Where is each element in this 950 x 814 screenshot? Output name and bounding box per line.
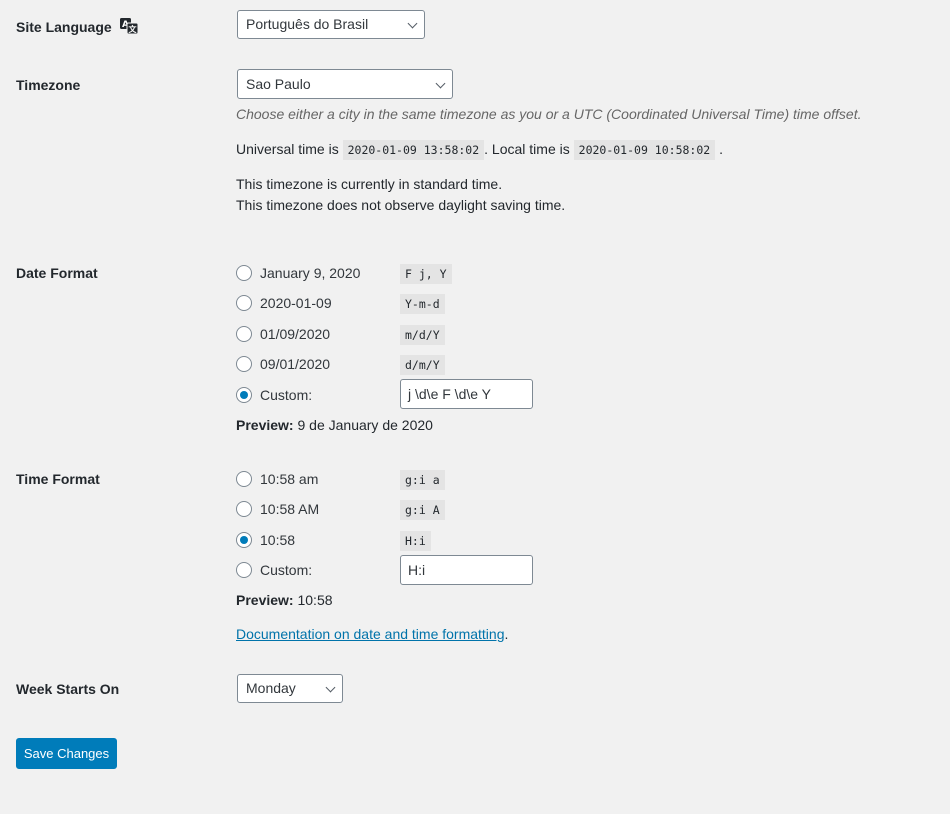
date-format-code: d/m/Y	[400, 355, 445, 375]
date-format-radio-3[interactable]	[236, 326, 252, 342]
time-format-code: g:i A	[400, 500, 445, 520]
timezone-select[interactable]: Sao Paulo	[237, 69, 453, 99]
date-format-radio-2[interactable]	[236, 295, 252, 311]
svg-text:文: 文	[128, 24, 137, 34]
preview-label: Preview:	[236, 417, 294, 433]
preview-label: Preview:	[236, 592, 294, 608]
site-language-select[interactable]: Português do Brasil	[237, 10, 425, 39]
week-starts-select[interactable]: Monday	[237, 674, 343, 703]
documentation-link[interactable]: Documentation on date and time formattin…	[236, 626, 505, 642]
site-language-value: Português do Brasil	[246, 16, 369, 32]
chevron-down-icon	[435, 78, 446, 89]
date-format-code: F j, Y	[400, 264, 452, 284]
time-format-custom-input[interactable]: H:i	[400, 555, 533, 585]
date-format-code: m/d/Y	[400, 325, 445, 345]
time-format-option-label[interactable]: 10:58 am	[260, 471, 318, 487]
timezone-label: Timezone	[16, 77, 81, 93]
time-format-option-label[interactable]: 10:58	[260, 532, 295, 548]
documentation-suffix: .	[504, 626, 509, 642]
time-format-custom-label[interactable]: Custom:	[260, 562, 312, 578]
date-format-preview: Preview: 9 de January de 2020	[236, 417, 433, 433]
time-format-code: g:i a	[400, 470, 445, 490]
date-format-option-label[interactable]: 09/01/2020	[260, 356, 330, 372]
universal-time-prefix: Universal time is	[236, 141, 339, 157]
time-format-label: Time Format	[16, 471, 100, 487]
time-format-radio-2[interactable]	[236, 501, 252, 517]
time-format-radio-1[interactable]	[236, 471, 252, 487]
timezone-description: Choose either a city in the same timezon…	[236, 106, 862, 122]
date-format-radio-custom[interactable]	[236, 387, 252, 403]
local-time-suffix: .	[719, 141, 723, 157]
week-starts-label: Week Starts On	[16, 681, 120, 697]
local-time-value: 2020-01-09 10:58:02	[573, 140, 716, 160]
date-format-option-label[interactable]: 2020-01-09	[260, 295, 332, 311]
date-format-radio-4[interactable]	[236, 356, 252, 372]
standard-time-note: This timezone is currently in standard t…	[236, 176, 503, 192]
preview-value: 10:58	[297, 592, 333, 608]
date-format-code: Y-m-d	[400, 294, 445, 314]
time-format-radio-custom[interactable]	[236, 562, 252, 578]
date-format-custom-input[interactable]: j \d\e F \d\e Y	[400, 379, 533, 409]
dst-note: This timezone does not observe daylight …	[236, 197, 566, 213]
date-format-label: Date Format	[16, 265, 98, 281]
translation-icon: A 文	[119, 18, 139, 35]
documentation-line: Documentation on date and time formattin…	[236, 626, 508, 642]
timezone-value: Sao Paulo	[246, 76, 311, 92]
time-format-option-label[interactable]: 10:58 AM	[260, 501, 319, 517]
time-info: Universal time is 2020-01-09 13:58:02. L…	[236, 140, 723, 160]
time-format-radio-3[interactable]	[236, 532, 252, 548]
date-format-radio-1[interactable]	[236, 265, 252, 281]
time-format-preview: Preview: 10:58	[236, 592, 333, 608]
time-format-code: H:i	[400, 531, 431, 551]
save-changes-button[interactable]: Save Changes	[16, 738, 117, 769]
universal-time-value: 2020-01-09 13:58:02	[342, 140, 485, 160]
chevron-down-icon	[407, 18, 418, 29]
date-format-custom-label[interactable]: Custom:	[260, 387, 312, 403]
site-language-label: Site Language A 文	[16, 17, 139, 35]
chevron-down-icon	[325, 682, 336, 693]
local-time-prefix: . Local time is	[484, 141, 570, 157]
week-starts-value: Monday	[246, 680, 296, 696]
preview-value: 9 de January de 2020	[297, 417, 433, 433]
date-format-option-label[interactable]: 01/09/2020	[260, 326, 330, 342]
date-format-option-label[interactable]: January 9, 2020	[260, 265, 360, 281]
